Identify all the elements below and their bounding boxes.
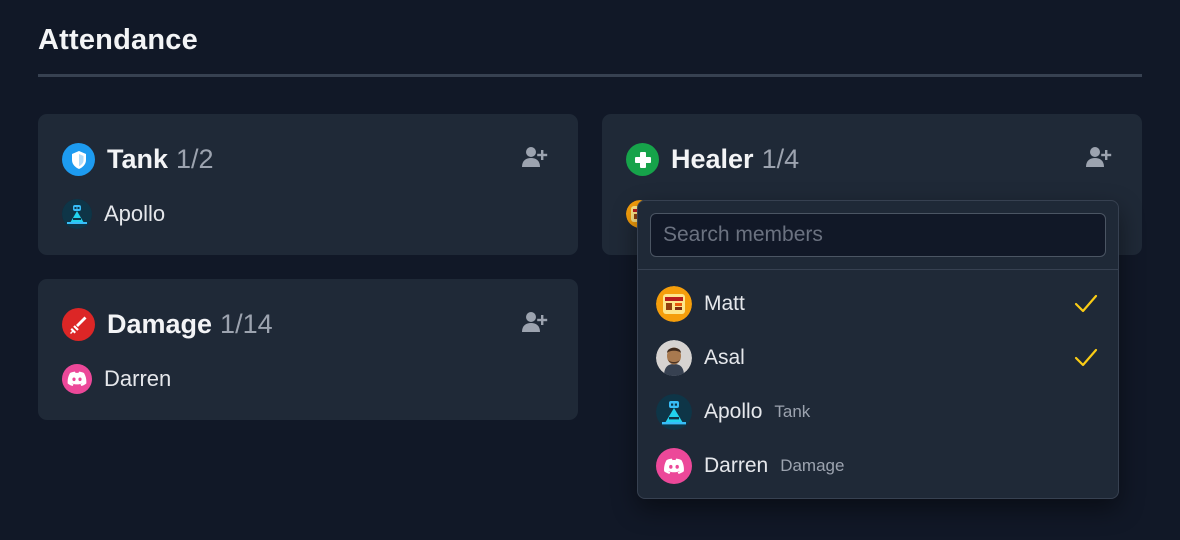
member-row[interactable]: Apollo: [62, 199, 165, 229]
medical-cross-icon: [626, 143, 659, 176]
member-name: Darren: [704, 454, 769, 477]
member-role-tag: Damage: [780, 456, 845, 475]
member-option-asal[interactable]: Asal: [638, 331, 1118, 385]
check-icon: [1074, 294, 1098, 313]
member-option-darren[interactable]: Darren Damage: [638, 439, 1118, 493]
member-row[interactable]: Darren: [62, 364, 171, 394]
role-card-tank: Tank 1/2 Apollo: [38, 114, 578, 255]
role-name-label: Damage: [107, 309, 213, 339]
role-count: 1/2: [176, 144, 214, 174]
discord-avatar: [656, 448, 692, 484]
role-card-damage: Damage 1/14 Darren: [38, 279, 578, 420]
member-name: Apollo: [704, 400, 763, 423]
member-option-matt[interactable]: Matt: [638, 277, 1118, 331]
user-plus-icon: [522, 147, 548, 167]
add-member-button[interactable]: [522, 311, 548, 333]
pixel-art-avatar: [656, 286, 692, 322]
discord-avatar: [62, 364, 92, 394]
title-divider: [38, 74, 1142, 77]
member-picker-dropdown: Matt Asal Apollo Tank Darren Damage: [637, 200, 1119, 499]
user-plus-icon: [522, 312, 548, 332]
search-members-input[interactable]: [650, 213, 1106, 257]
add-member-button[interactable]: [522, 146, 548, 168]
robot-avatar: [656, 394, 692, 430]
user-plus-icon: [1086, 147, 1112, 167]
role-name-label: Healer: [671, 144, 754, 174]
member-name: Asal: [704, 346, 745, 369]
robot-avatar: [62, 199, 92, 229]
role-title: Damage 1/14: [107, 308, 273, 341]
role-title: Healer 1/4: [671, 143, 799, 176]
photo-avatar: [656, 340, 692, 376]
role-count: 1/4: [761, 144, 800, 174]
check-icon: [1074, 348, 1098, 367]
add-member-button[interactable]: [1086, 146, 1112, 168]
member-option-apollo[interactable]: Apollo Tank: [638, 385, 1118, 439]
shield-icon: [62, 143, 95, 176]
role-count: 1/14: [220, 309, 273, 339]
member-options-list: Matt Asal Apollo Tank Darren Damage: [638, 277, 1118, 493]
sword-icon: [62, 308, 95, 341]
role-title: Tank 1/2: [107, 143, 214, 176]
dropdown-divider: [638, 269, 1118, 270]
role-name-label: Tank: [107, 144, 169, 174]
page-title: Attendance: [38, 24, 198, 56]
member-name: Matt: [704, 292, 745, 315]
member-name: Apollo: [104, 201, 166, 226]
member-role-tag: Tank: [774, 402, 811, 421]
member-name: Darren: [104, 366, 172, 391]
